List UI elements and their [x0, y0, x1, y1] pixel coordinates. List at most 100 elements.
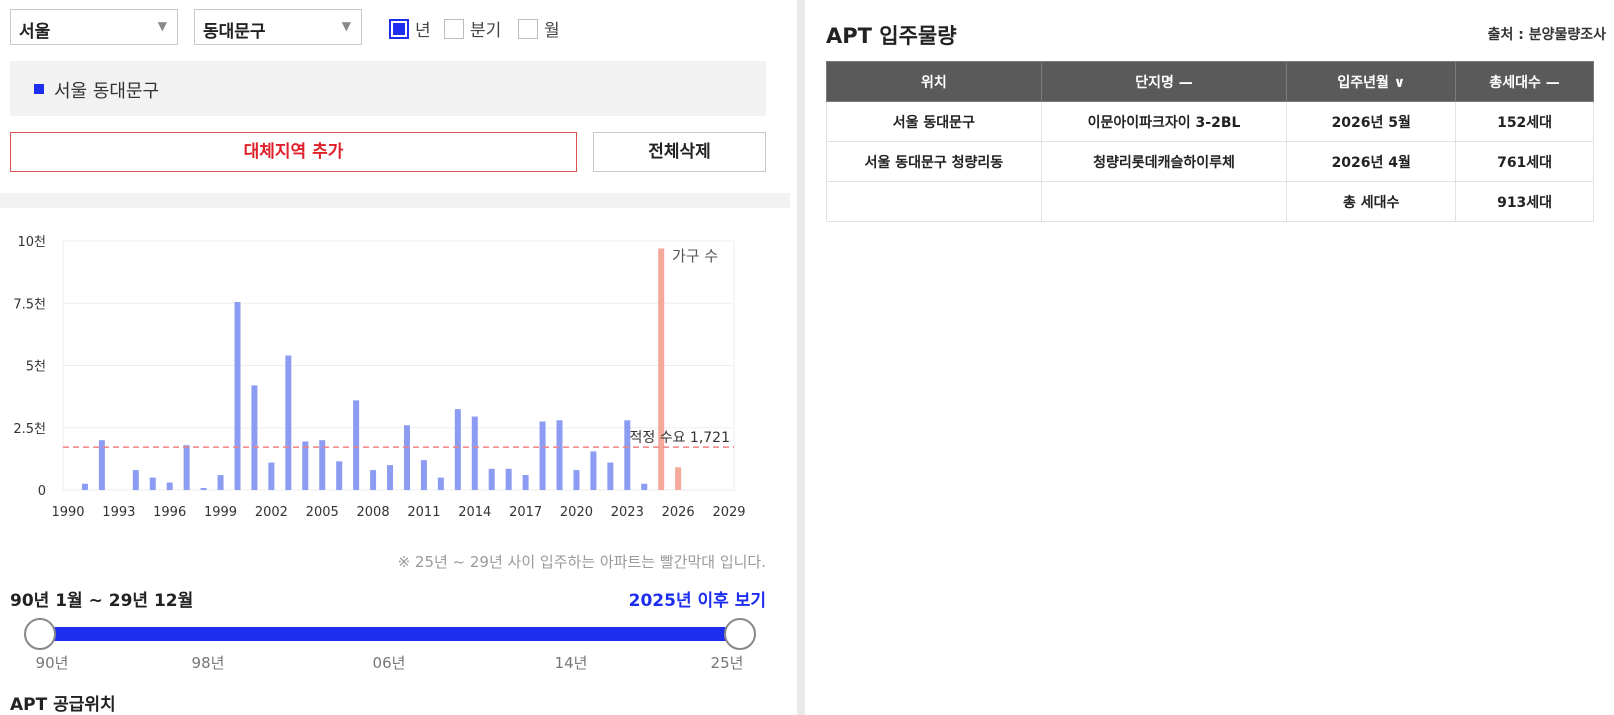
supply-location-title: APT 공급위치: [10, 695, 116, 715]
table-cell: 서울 동대문구 청량리동: [826, 141, 1042, 182]
checkbox-year[interactable]: 년: [389, 16, 431, 41]
chart-bar: [302, 441, 309, 490]
chart-bar: [387, 465, 394, 490]
table-row[interactable]: 서울 동대문구 청량리동 청량리롯데캐슬하이루체 2026년 4월 761세대: [826, 141, 1594, 182]
x-tick-label: 2011: [407, 505, 440, 520]
chart-bar: [285, 355, 292, 490]
district-select[interactable]: 동대문구 ▼: [194, 9, 362, 45]
table-cell: 이문아이파크자이 3-2BL: [1040, 101, 1288, 142]
chart-bar: [251, 385, 258, 490]
table-cell: 152세대: [1455, 101, 1594, 142]
y-tick-label: 2.5천: [13, 422, 46, 437]
move-in-table: 위치 단지명 — 입주년월 ∨ 총세대수 — 서울 동대문구 이문아이파크자이 …: [826, 61, 1594, 222]
move-in-volume-title: APT 입주물량: [826, 24, 957, 48]
add-region-button[interactable]: 대체지역 추가: [10, 132, 577, 172]
x-tick-label: 1999: [204, 505, 237, 520]
x-tick-label: 2005: [306, 505, 339, 520]
checkbox-month-label: 월: [544, 21, 560, 41]
chart-bar: [471, 416, 478, 490]
x-tick-label: 1996: [153, 505, 186, 520]
checkbox-month[interactable]: 월: [518, 16, 560, 41]
chart-bar: [81, 483, 88, 490]
district-select-value: 동대문구: [203, 22, 266, 42]
chart-bar: [675, 467, 682, 490]
city-select-value: 서울: [19, 22, 51, 42]
x-tick-label: 2023: [611, 505, 644, 520]
x-tick-label: 2008: [357, 505, 390, 520]
selected-region-box: 서울 동대문구: [10, 61, 766, 116]
table-cell: 2026년 4월: [1286, 141, 1457, 182]
period-slider-track[interactable]: [40, 627, 740, 641]
chart-bar: [268, 462, 275, 490]
chart-bar: [590, 451, 597, 490]
slider-tick: 98년: [191, 654, 225, 672]
slider-start-handle[interactable]: [24, 618, 56, 650]
slider-tick: 25년: [710, 654, 744, 672]
chevron-down-icon: ▼: [157, 19, 167, 33]
source-text: 출처 : 분양물량조사: [1487, 27, 1606, 43]
chart-bar: [488, 468, 495, 490]
chart-bar: [505, 468, 512, 490]
slider-tick: 90년: [35, 654, 69, 672]
chart-bar: [183, 445, 190, 490]
chart-bar: [149, 477, 156, 490]
chart-bar: [234, 302, 241, 490]
checkbox-unchecked-icon: [518, 18, 538, 39]
city-select[interactable]: 서울 ▼: [10, 9, 178, 45]
chart-bar: [217, 475, 224, 490]
chart-bar: [132, 470, 139, 490]
x-tick-label: 2026: [662, 505, 695, 520]
checkbox-checked-icon: [389, 18, 409, 39]
chart-bar: [522, 475, 529, 490]
chart-bar: [437, 477, 444, 490]
slider-tick: 14년: [554, 654, 588, 672]
x-tick-label: 2017: [509, 505, 542, 520]
chart-bar: [607, 462, 614, 490]
period-range-text: 90년 1월 ~ 29년 12월: [10, 591, 194, 611]
table-cell: 서울 동대문구: [826, 101, 1042, 142]
chart-bar: [166, 482, 173, 490]
region-label: 서울 동대문구: [54, 81, 160, 102]
chart-bar: [454, 409, 461, 490]
column-header-units[interactable]: 총세대수 —: [1455, 61, 1594, 102]
table-cell: [1040, 181, 1288, 222]
checkbox-unchecked-icon: [444, 18, 464, 39]
slider-end-handle[interactable]: [724, 618, 756, 650]
left-panel: 서울 ▼ 동대문구 ▼ 년 분기 월 서울 동대문구 대체지역 추가 전체삭제 …: [0, 0, 790, 715]
chart-bar: [420, 460, 427, 490]
future-view-link[interactable]: 2025년 이후 보기: [629, 586, 766, 611]
chart-bar: [556, 420, 563, 490]
delete-all-button[interactable]: 전체삭제: [593, 132, 766, 172]
x-tick-label: 2002: [255, 505, 288, 520]
column-header-location[interactable]: 위치: [826, 61, 1042, 102]
checkbox-quarter-label: 분기: [470, 21, 502, 41]
panel-divider[interactable]: [797, 0, 805, 715]
chart-bar: [573, 470, 580, 490]
table-cell: 761세대: [1455, 141, 1594, 182]
column-header-date[interactable]: 입주년월 ∨: [1286, 61, 1457, 102]
chart-bar: [641, 483, 648, 490]
chart-bar: [403, 425, 410, 490]
x-tick-label: 2014: [458, 505, 491, 520]
x-tick-label: 2029: [712, 505, 745, 520]
supply-bar-chart: 10천 7.5천 5천 2.5천 0 1990 1993 1996 1999 2002 2005 20…: [13, 235, 745, 520]
demand-label: 적정 수요 1,721: [630, 430, 731, 446]
checkbox-quarter[interactable]: 분기: [444, 16, 501, 41]
right-panel: APT 입주물량 출처 : 분양물량조사 위치 단지명 — 입주년월 ∨ 총세대…: [826, 0, 1614, 715]
chart-note: ※ 25년 ~ 29년 사이 입주하는 아파트는 빨간막대 입니다.: [397, 553, 766, 571]
y-tick-label: 0: [38, 484, 46, 499]
slider-tick: 06년: [372, 654, 406, 672]
table-total-row: 총 세대수 913세대: [826, 181, 1594, 222]
table-cell: 913세대: [1455, 181, 1594, 222]
y-tick-label: 10천: [17, 235, 46, 250]
x-tick-label: 1993: [102, 505, 135, 520]
chart-bar: [658, 248, 665, 490]
table-cell: 청량리롯데캐슬하이루체: [1040, 141, 1288, 182]
column-header-complex[interactable]: 단지명 —: [1040, 61, 1288, 102]
table-row[interactable]: 서울 동대문구 이문아이파크자이 3-2BL 2026년 5월 152세대: [826, 101, 1594, 142]
y-tick-label: 5천: [26, 360, 46, 375]
y-tick-label: 7.5천: [13, 297, 46, 312]
table-cell: 2026년 5월: [1286, 101, 1457, 142]
series-label: 가구 수: [672, 247, 718, 265]
section-divider: [0, 193, 790, 208]
